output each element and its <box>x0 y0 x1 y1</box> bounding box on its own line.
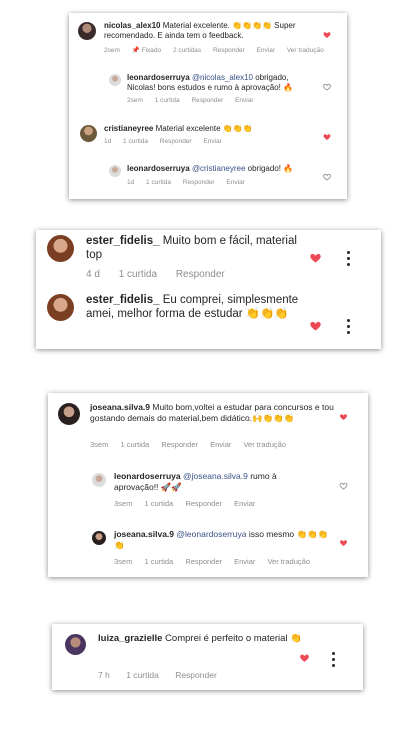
timestamp: 3sem <box>90 440 109 449</box>
mention-link[interactable]: @leonardoserruya <box>176 529 246 539</box>
reply-button[interactable]: Responder <box>185 557 222 566</box>
reply-meta: 1d 1 curtida Responder Enviar <box>127 179 255 186</box>
username[interactable]: luiza_grazielle <box>98 633 162 644</box>
likes-count[interactable]: 1 curtida <box>119 269 157 280</box>
likes-count[interactable]: 1 curtida <box>123 138 148 145</box>
likes-count[interactable]: 2 curtidas <box>173 47 201 54</box>
likes-count[interactable]: 1 curtida <box>146 179 171 186</box>
heart-filled-icon[interactable] <box>309 320 322 332</box>
comment-text: luiza_grazielle Comprei é perfeito o mat… <box>98 633 303 644</box>
heart-filled-icon[interactable] <box>309 252 322 264</box>
translate-button[interactable]: Ver tradução <box>243 440 286 449</box>
likes-count[interactable]: 1 curtida <box>144 499 173 508</box>
avatar[interactable] <box>65 634 86 655</box>
reply-button[interactable]: Responder <box>213 47 245 54</box>
comment-card-4: luiza_grazielle Comprei é perfeito o mat… <box>52 624 363 690</box>
avatar[interactable] <box>109 165 121 177</box>
reply-button[interactable]: Responder <box>183 179 215 186</box>
timestamp: 2sem <box>127 97 143 104</box>
send-button[interactable]: Enviar <box>235 97 253 104</box>
mention-link[interactable]: @cristianeyree <box>192 164 245 173</box>
more-options-icon[interactable] <box>347 319 351 337</box>
send-button[interactable]: Enviar <box>203 138 221 145</box>
comment-card-1: nicolas_alex10 Material excelente. 👏👏👏👏 … <box>69 13 347 199</box>
more-options-icon[interactable] <box>332 652 336 670</box>
comment-text: ester_fidelis_ Eu comprei, simplesmente … <box>86 294 299 321</box>
username[interactable]: joseana.silva.9 <box>114 529 174 539</box>
comment-card-3: joseana.silva.9 Muito bom,voltei a estud… <box>48 393 368 577</box>
reply-button[interactable]: Responder <box>176 269 225 280</box>
username[interactable]: ester_fidelis_ <box>86 294 160 306</box>
timestamp: 1d <box>127 179 135 186</box>
reply-text: joseana.silva.9 @leonardoserruya isso me… <box>114 529 329 550</box>
heart-outline-icon[interactable] <box>323 83 331 91</box>
translate-button[interactable]: Ver tradução <box>287 47 324 54</box>
comment-text: nicolas_alex10 Material excelente. 👏👏👏👏 … <box>104 21 296 40</box>
send-button[interactable]: Enviar <box>234 557 255 566</box>
avatar[interactable] <box>47 235 74 262</box>
reply-button[interactable]: Responder <box>160 138 192 145</box>
likes-count[interactable]: 1 curtida <box>144 557 173 566</box>
comment-meta: 2sem 📌 Fixado 2 curtidas Responder Envia… <box>104 46 334 54</box>
likes-count[interactable]: 1 curtida <box>126 670 159 680</box>
username[interactable]: leonardoserruya <box>114 471 181 481</box>
mention-link[interactable]: @nicolas_alex10 <box>192 73 253 82</box>
avatar[interactable] <box>92 531 106 545</box>
send-button[interactable]: Enviar <box>226 179 244 186</box>
send-button[interactable]: Enviar <box>210 440 231 449</box>
likes-count[interactable]: 1 curtida <box>155 97 180 104</box>
avatar[interactable] <box>80 125 97 142</box>
timestamp: 4 d <box>86 269 100 280</box>
username[interactable]: leonardoserruya <box>127 73 190 82</box>
heart-outline-icon[interactable] <box>339 482 348 490</box>
comment-text: cristianeyree Material excelente 👏👏👏 <box>104 124 253 133</box>
avatar[interactable] <box>47 294 74 321</box>
heart-filled-icon[interactable] <box>323 133 331 141</box>
translate-button[interactable]: Ver tradução <box>267 557 310 566</box>
mention-link[interactable]: @joseana.silva.9 <box>183 471 248 481</box>
reply-button[interactable]: Responder <box>191 97 223 104</box>
timestamp: 3sem <box>114 499 133 508</box>
reply-text: leonardoserruya @joseana.silva.9 rumo à … <box>114 471 277 492</box>
reply-text: leonardoserruya @cristianeyree obrigado!… <box>127 164 294 173</box>
timestamp: 2sem <box>104 47 120 54</box>
avatar[interactable] <box>109 74 121 86</box>
comment-meta: 7 h 1 curtida Responder <box>98 670 227 680</box>
heart-filled-icon[interactable] <box>339 413 348 421</box>
username[interactable]: ester_fidelis_ <box>86 235 160 247</box>
comment-card-2: ester_fidelis_ Muito bom e fácil, materi… <box>36 230 381 349</box>
reply-text: leonardoserruya @nicolas_alex10 obrigado… <box>127 73 294 92</box>
timestamp: 1d <box>104 138 112 145</box>
avatar[interactable] <box>78 22 96 40</box>
avatar[interactable] <box>92 473 106 487</box>
username[interactable]: joseana.silva.9 <box>90 402 150 412</box>
reply-meta: 3sem 1 curtida Responder Enviar <box>114 499 265 508</box>
reply-button[interactable]: Responder <box>161 440 198 449</box>
username[interactable]: nicolas_alex10 <box>104 21 160 30</box>
username[interactable]: leonardoserruya <box>127 164 190 173</box>
heart-filled-icon[interactable] <box>323 31 331 39</box>
comment-meta: 1d 1 curtida Responder Enviar <box>104 138 232 145</box>
username[interactable]: cristianeyree <box>104 124 153 133</box>
likes-count[interactable]: 1 curtida <box>120 440 149 449</box>
reply-meta: 2sem 1 curtida Responder Enviar <box>127 97 264 104</box>
avatar[interactable] <box>58 403 80 425</box>
more-options-icon[interactable] <box>347 251 351 269</box>
heart-filled-icon[interactable] <box>339 539 348 547</box>
reply-meta: 3sem 1 curtida Responder Enviar Ver trad… <box>114 557 320 566</box>
pinned-label: 📌 Fixado <box>131 47 162 54</box>
pin-icon: 📌 <box>131 47 140 54</box>
timestamp: 3sem <box>114 557 133 566</box>
comment-text: ester_fidelis_ Muito bom e fácil, materi… <box>86 235 297 262</box>
comment-meta: 3sem 1 curtida Responder Enviar Ver trad… <box>90 440 296 449</box>
heart-filled-icon[interactable] <box>299 653 310 663</box>
reply-button[interactable]: Responder <box>175 670 217 680</box>
send-button[interactable]: Enviar <box>234 499 255 508</box>
send-button[interactable]: Enviar <box>257 47 275 54</box>
comment-text: joseana.silva.9 Muito bom,voltei a estud… <box>90 402 334 423</box>
comment-meta: 4 d 1 curtida Responder <box>86 269 235 280</box>
timestamp: 7 h <box>98 670 110 680</box>
heart-outline-icon[interactable] <box>323 173 331 181</box>
reply-button[interactable]: Responder <box>185 499 222 508</box>
